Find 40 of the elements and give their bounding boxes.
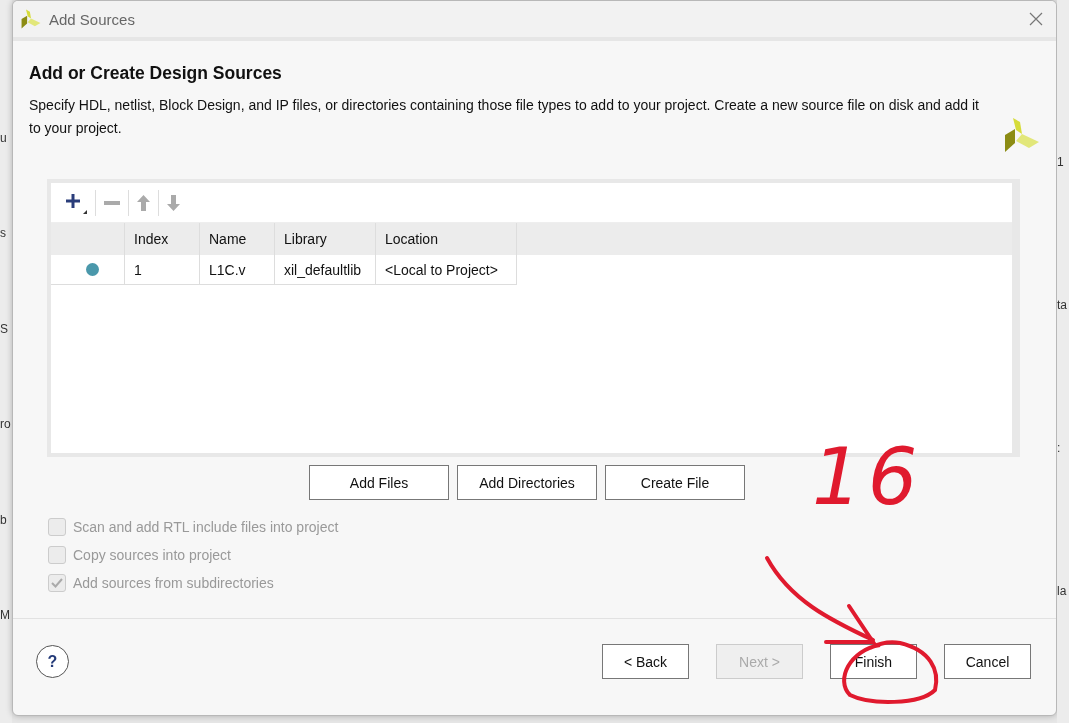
table-cell: 1 [125, 255, 200, 285]
close-icon [1029, 12, 1043, 26]
action-button[interactable]: Add Files [309, 465, 449, 500]
remove-icon [104, 200, 120, 205]
table-cell: xil_defaultlib [275, 255, 376, 285]
column-header[interactable]: Library [275, 223, 376, 255]
background-text: ro [0, 417, 12, 432]
option-label: Copy sources into project [73, 547, 231, 563]
background-text: S [0, 321, 9, 336]
check-icon [51, 578, 63, 588]
up-arrow-icon [137, 194, 150, 211]
help-button[interactable]: ? [36, 645, 69, 678]
dialog-button[interactable]: Cancel [944, 644, 1031, 679]
background-text: u [0, 130, 8, 145]
add-icon [65, 191, 87, 214]
column-header[interactable]: Location [376, 223, 517, 255]
background-text: b [0, 512, 8, 527]
background-text: la [1057, 584, 1068, 599]
option-label: Add sources from subdirectories [73, 575, 274, 591]
background-text: 1 [1057, 154, 1065, 169]
background-text: : [1057, 441, 1062, 456]
action-button[interactable]: Create File [605, 465, 745, 500]
down-arrow-icon [167, 194, 180, 211]
app-logo-icon [21, 9, 41, 29]
column-header[interactable]: Name [200, 223, 275, 255]
action-button[interactable]: Add Directories [457, 465, 597, 500]
page-description: Specify HDL, netlist, Block Design, and IP files, or directories containing those file types to add to your project. Create a new source file on disk and add it to your project. [29, 96, 980, 138]
background-text: ta [1057, 297, 1068, 312]
table-cell: L1C.v [200, 255, 275, 285]
background-text: s [0, 226, 7, 241]
background-text: M [0, 608, 11, 623]
table-cell: <Local to Project> [376, 255, 517, 285]
handwritten-number: 16 [812, 438, 924, 516]
window-title: Add Sources [49, 10, 136, 28]
dialog-button[interactable]: < Back [602, 644, 689, 679]
column-header[interactable]: Index [125, 223, 200, 255]
brand-logo-icon [1004, 117, 1040, 153]
dialog-button[interactable]: Finish [830, 644, 917, 679]
option-label: Scan and add RTL include files into project [73, 519, 339, 535]
page-heading: Add or Create Design Sources [29, 63, 283, 84]
